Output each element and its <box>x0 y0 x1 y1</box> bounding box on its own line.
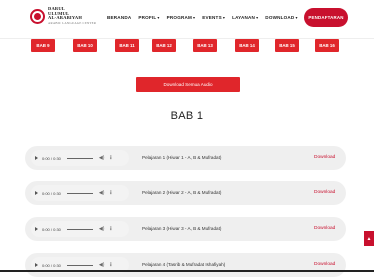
audio-time: 0:00 / 0:30 <box>42 262 61 268</box>
chapter-button-bab-16[interactable]: BAB 16 <box>315 39 339 52</box>
download-all-audio-button[interactable]: Download Semua Audio <box>136 77 240 92</box>
more-options-icon[interactable]: ⋮ <box>108 190 113 196</box>
play-icon[interactable] <box>35 191 38 195</box>
chapter-button-bab-9[interactable]: BAB 9 <box>31 39 55 52</box>
chapter-button-bab-15[interactable]: BAB 15 <box>275 39 299 52</box>
chapter-button-bab-12[interactable]: BAB 12 <box>152 39 176 52</box>
scroll-to-top-button[interactable]: ▲ <box>364 231 374 246</box>
chevron-down-icon: ▾ <box>193 15 196 20</box>
chevron-down-icon: ▾ <box>157 15 160 20</box>
download-link[interactable]: Download <box>314 262 335 267</box>
play-icon[interactable] <box>35 263 38 267</box>
site-header: DARUL ULUMUL AL-ARABIYAH ARABIC LANGUAGE… <box>0 0 374 39</box>
chevron-up-icon: ▲ <box>366 235 372 242</box>
chapter-button-bab-11[interactable]: BAB 11 <box>115 39 139 52</box>
audio-progress-bar[interactable] <box>66 264 93 266</box>
main-nav: BERANDA PROFIL▾ PROGRAM▾ EVENTS▾ LAYANAN… <box>107 15 336 20</box>
track-title: Pelajaran 4 (Tasrib & Mufradat Ishafiyah… <box>142 262 226 267</box>
register-button[interactable]: PENDAFTARAN <box>304 8 348 27</box>
site-logo[interactable]: DARUL ULUMUL AL-ARABIYAH ARABIC LANGUAGE… <box>30 6 97 25</box>
audio-progress-bar[interactable] <box>66 157 93 159</box>
nav-item-download[interactable]: DOWNLOAD▾ <box>265 15 297 20</box>
volume-icon[interactable]: ◀) <box>99 226 105 232</box>
volume-icon[interactable]: ◀) <box>99 155 105 161</box>
nav-item-beranda[interactable]: BERANDA <box>107 15 131 20</box>
chapter-button-bab-10[interactable]: BAB 10 <box>73 39 97 52</box>
nav-item-layanan[interactable]: LAYANAN▾ <box>232 15 258 20</box>
download-link[interactable]: Download <box>314 190 335 195</box>
chevron-down-icon: ▾ <box>256 15 259 20</box>
audio-progress-bar[interactable] <box>66 192 93 194</box>
nav-item-events[interactable]: EVENTS▾ <box>202 15 225 20</box>
track-title: Pelajaran 1 (Hiwar 1 - A, B & Mufradat) <box>142 155 222 160</box>
track-row: 0:00 / 0:30 ◀) ⋮ Pelajaran 4 (Tasrib & M… <box>25 253 346 277</box>
track-title: Pelajaran 3 (Hiwar 3 - A, B & Mufradat) <box>142 226 222 231</box>
play-icon[interactable] <box>35 227 38 231</box>
audio-time: 0:00 / 0:30 <box>42 190 61 196</box>
chapter-button-bab-14[interactable]: BAB 14 <box>235 39 259 52</box>
chapter-button-bab-13[interactable]: BAB 13 <box>193 39 217 52</box>
logo-tagline: ARABIC LANGUAGE CENTER <box>48 20 97 25</box>
chevron-down-icon: ▾ <box>222 15 226 20</box>
more-options-icon[interactable]: ⋮ <box>108 226 113 232</box>
track-row: 0:00 / 0:30 ◀) ⋮ Pelajaran 2 (Hiwar 2 - … <box>25 181 346 205</box>
play-icon[interactable] <box>35 156 38 160</box>
more-options-icon[interactable]: ⋮ <box>108 155 113 161</box>
download-link[interactable]: Download <box>314 155 335 160</box>
track-row: 0:00 / 0:30 ◀) ⋮ Pelajaran 1 (Hiwar 1 - … <box>25 146 346 170</box>
download-link[interactable]: Download <box>314 226 335 231</box>
audio-progress-bar[interactable] <box>66 228 93 230</box>
nav-item-profil[interactable]: PROFIL▾ <box>138 15 159 20</box>
audio-player[interactable]: 0:00 / 0:30 ◀) ⋮ <box>31 185 129 201</box>
volume-icon[interactable]: ◀) <box>99 190 105 196</box>
volume-icon[interactable]: ◀) <box>99 262 105 268</box>
chevron-down-icon: ▾ <box>295 15 298 20</box>
logo-text: DARUL ULUMUL AL-ARABIYAH ARABIC LANGUAGE… <box>48 6 97 25</box>
audio-time: 0:00 / 0:30 <box>42 155 61 161</box>
track-row: 0:00 / 0:30 ◀) ⋮ Pelajaran 3 (Hiwar 3 - … <box>25 217 346 241</box>
track-title: Pelajaran 2 (Hiwar 2 - A, B & Mufradat) <box>142 190 222 195</box>
more-options-icon[interactable]: ⋮ <box>108 262 113 268</box>
audio-player[interactable]: 0:00 / 0:30 ◀) ⋮ <box>31 221 129 237</box>
nav-item-program[interactable]: PROGRAM▾ <box>167 15 196 20</box>
section-title: BAB 1 <box>170 110 204 122</box>
audio-time: 0:00 / 0:30 <box>42 226 61 232</box>
chapter-button-row: BAB 9 BAB 10 BAB 11 BAB 12 BAB 13 BAB 14… <box>29 39 345 52</box>
audio-player[interactable]: 0:00 / 0:30 ◀) ⋮ <box>31 150 129 166</box>
logo-emblem-icon <box>30 8 45 24</box>
